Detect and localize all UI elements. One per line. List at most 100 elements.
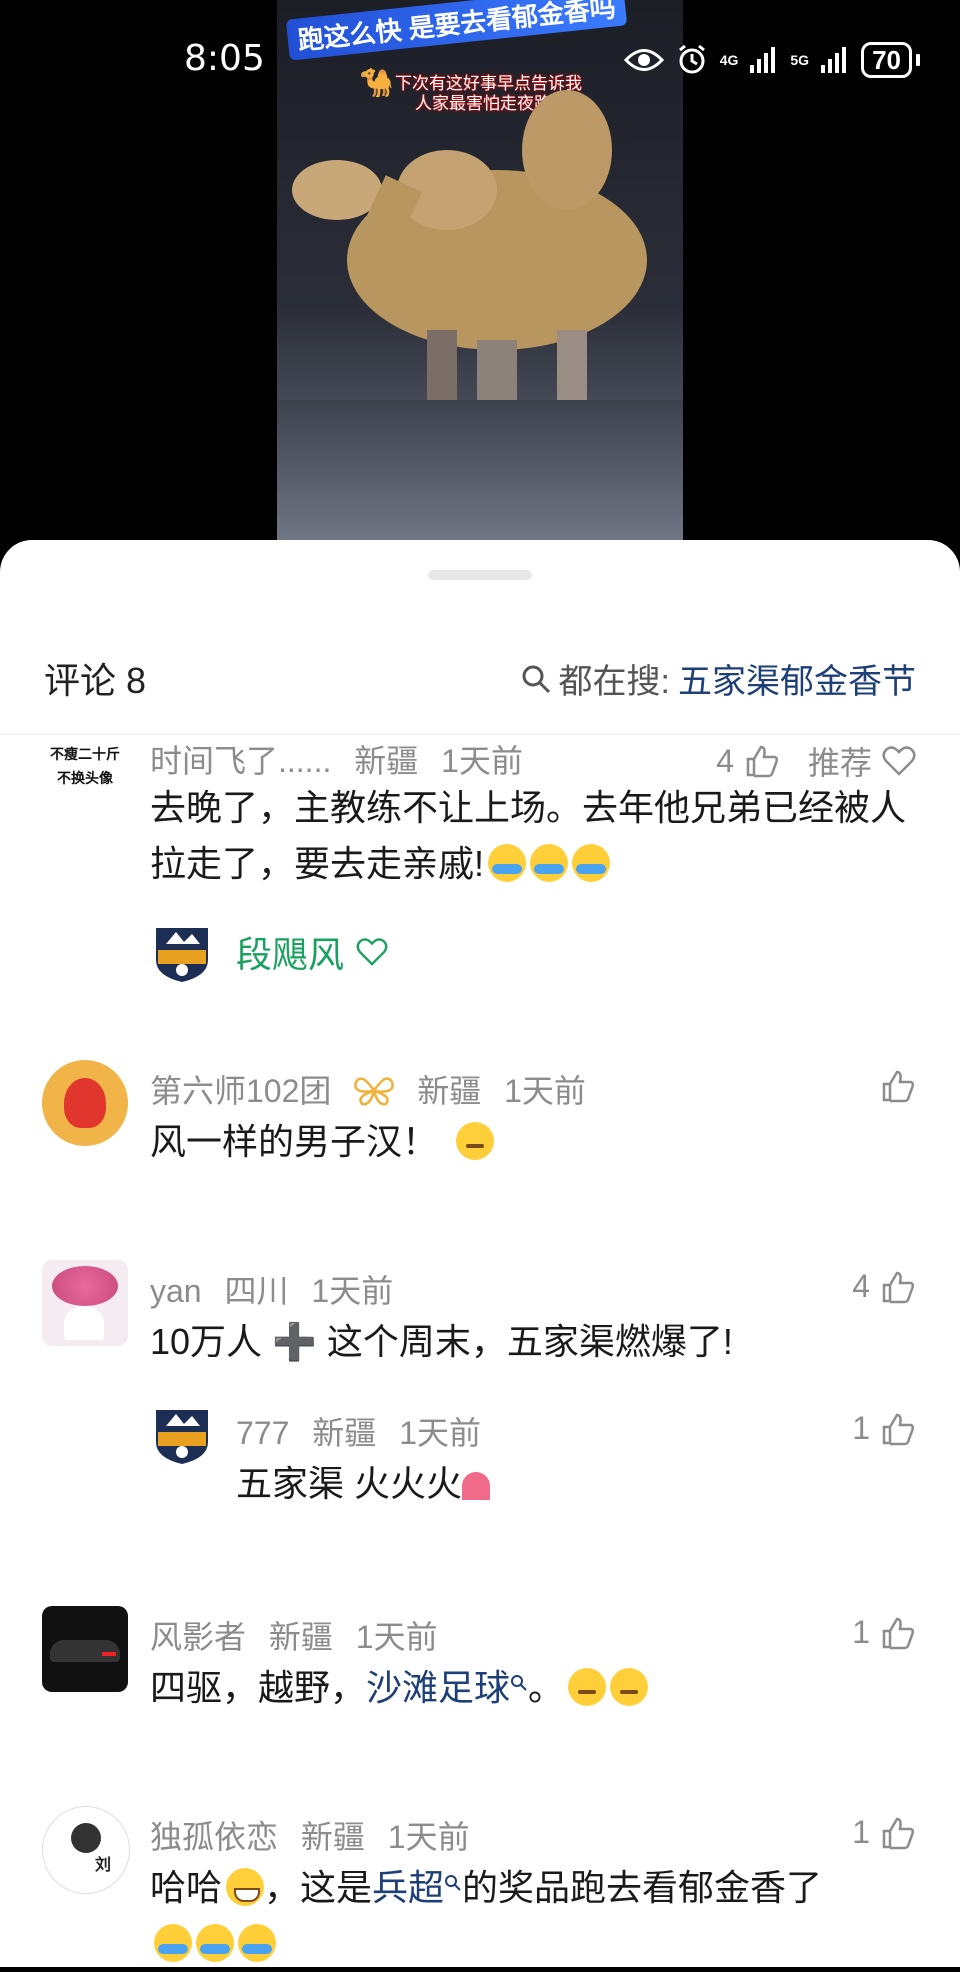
username[interactable]: 第六师102团 bbox=[150, 1073, 331, 1109]
comment-sheet: 评论 8 都在搜: 五家渠郁金香节 不瘦二十斤 不换头像 时间飞了...... … bbox=[0, 540, 960, 1967]
like-area[interactable]: 1 bbox=[852, 1614, 916, 1651]
search-icon bbox=[445, 1875, 461, 1891]
battery-tip bbox=[916, 54, 920, 66]
like-count: 1 bbox=[852, 1410, 870, 1446]
video-player[interactable]: 跑这么快 是要去看郁金香吗 🐪 下次有这好事早点告诉我 人家最害怕走夜路了~ bbox=[277, 0, 683, 560]
like-area[interactable] bbox=[880, 1068, 916, 1104]
comment-meta: 第六师102团 新疆 1天前 bbox=[150, 1066, 600, 1112]
road bbox=[277, 400, 683, 560]
comment-meta: 风影者 新疆 1天前 bbox=[150, 1612, 452, 1658]
thumbs-up-icon[interactable] bbox=[880, 1615, 916, 1651]
thinking-emoji-icon bbox=[456, 1122, 495, 1160]
like-count: 4 bbox=[716, 742, 734, 779]
crying-laughing-emoji-icon bbox=[154, 1924, 192, 1962]
avatar[interactable] bbox=[42, 1260, 128, 1346]
like-count: 1 bbox=[852, 1614, 870, 1650]
username[interactable]: 777 bbox=[236, 1415, 289, 1451]
status-icons: 4G 5G 70 bbox=[623, 42, 920, 78]
team-badge-icon bbox=[150, 920, 214, 984]
location: 新疆 bbox=[268, 1619, 333, 1655]
crying-laughing-emoji-icon bbox=[196, 1924, 234, 1962]
like-area[interactable]: 1 bbox=[852, 1410, 916, 1447]
network-5g: 5G bbox=[790, 52, 810, 68]
eye-icon bbox=[623, 49, 664, 71]
team-badge-icon[interactable] bbox=[150, 1402, 214, 1466]
comment-text: 10万人 ➕ 这个周末，五家渠燃爆了! bbox=[150, 1321, 733, 1362]
comment-meta: 时间飞了...... 新疆 1天前 bbox=[150, 736, 537, 782]
avatar[interactable] bbox=[42, 1606, 128, 1692]
comment-text: 四驱，越野，沙滩足球。 bbox=[150, 1660, 920, 1716]
search-icon bbox=[511, 1675, 527, 1691]
comment-text: 哈哈 ，这是兵超 的奖品跑去看郁金香了 bbox=[150, 1860, 920, 1972]
search-icon bbox=[522, 665, 550, 693]
tulip-flower-icon bbox=[52, 1266, 118, 1306]
thumbs-up-icon[interactable] bbox=[744, 743, 780, 779]
username[interactable]: 风影者 bbox=[150, 1619, 246, 1655]
thumbs-up-icon[interactable] bbox=[880, 1068, 916, 1104]
comment-body-mid: ，这是 bbox=[264, 1867, 373, 1908]
avatar[interactable] bbox=[42, 1060, 128, 1146]
like-area[interactable]: 4 推荐 bbox=[716, 738, 916, 784]
heart-card-icon bbox=[64, 1306, 104, 1340]
like-area[interactable]: 4 bbox=[852, 1268, 916, 1305]
battery-indicator: 70 bbox=[861, 42, 912, 78]
reply-text: 五家渠 火火火 bbox=[236, 1456, 920, 1512]
comments-header: 评论 8 都在搜: 五家渠郁金香节 bbox=[0, 652, 960, 708]
thumbs-up-icon[interactable] bbox=[880, 1411, 916, 1447]
liked-by-author[interactable]: 段飓风 bbox=[236, 926, 388, 978]
comment-body: 风一样的男子汉！ bbox=[150, 1121, 439, 1162]
search-link[interactable]: 兵超 bbox=[372, 1867, 444, 1908]
crying-laughing-emoji-icon bbox=[572, 844, 611, 882]
location: 新疆 bbox=[300, 1819, 365, 1855]
avatar[interactable]: 不瘦二十斤 不换头像 bbox=[42, 742, 128, 828]
comment-text: 风一样的男子汉！ bbox=[150, 1114, 920, 1170]
avatar-face-icon bbox=[71, 1823, 101, 1853]
timestamp: 1天前 bbox=[311, 1273, 394, 1309]
comment-body: 哈哈 bbox=[150, 1867, 223, 1908]
alarm-icon bbox=[678, 44, 705, 74]
butterfly-badge-icon bbox=[354, 1077, 395, 1106]
search-keyword[interactable]: 五家渠郁金香节 bbox=[678, 654, 916, 703]
recommend-label[interactable]: 推荐 bbox=[808, 738, 872, 784]
drag-handle[interactable] bbox=[428, 570, 532, 580]
crying-laughing-emoji-icon bbox=[530, 844, 569, 882]
search-prefix: 都在搜: bbox=[558, 663, 670, 701]
reply-meta: 777 新疆 1天前 bbox=[236, 1408, 495, 1454]
heart-outline-icon[interactable] bbox=[882, 746, 916, 776]
timestamp: 1天前 bbox=[441, 743, 523, 779]
comment-body-end: 。 bbox=[528, 1667, 565, 1708]
thinking-emoji-icon bbox=[610, 1668, 649, 1706]
crying-laughing-emoji-icon bbox=[238, 1924, 276, 1962]
username[interactable]: 独孤依恋 bbox=[150, 1819, 278, 1855]
thumbs-up-icon[interactable] bbox=[880, 1815, 916, 1851]
timestamp: 1天前 bbox=[504, 1073, 586, 1109]
reply-body: 五家渠 火火火 bbox=[236, 1463, 463, 1504]
like-area[interactable]: 1 bbox=[852, 1814, 916, 1851]
divider bbox=[0, 734, 960, 735]
avatar[interactable]: 刘 bbox=[42, 1806, 130, 1894]
thumbs-up-icon[interactable] bbox=[880, 1269, 916, 1305]
comment-body: 去晚了，主教练不让上场。去年他兄弟已经被人拉走了，要去走亲戚! bbox=[150, 787, 907, 884]
red-heart-icon bbox=[462, 1472, 491, 1500]
username[interactable]: yan bbox=[150, 1273, 202, 1309]
author-name: 段飓风 bbox=[236, 934, 345, 975]
avatar-label: 刘 bbox=[95, 1857, 112, 1874]
search-suggestion[interactable]: 都在搜: 五家渠郁金香节 bbox=[521, 654, 916, 703]
like-count: 4 bbox=[852, 1268, 870, 1304]
search-link[interactable]: 沙滩足球 bbox=[366, 1667, 510, 1708]
timestamp: 1天前 bbox=[355, 1619, 438, 1655]
signal-icon-2 bbox=[821, 47, 847, 73]
username[interactable]: 时间飞了...... bbox=[150, 743, 331, 779]
status-time: 8:05 bbox=[184, 38, 265, 79]
location: 新疆 bbox=[354, 743, 419, 779]
heart-outline-icon bbox=[356, 938, 388, 966]
comment-body-end: 的奖品跑去看郁金香了 bbox=[462, 1867, 823, 1908]
timestamp: 1天前 bbox=[387, 1819, 470, 1855]
comment-meta: yan 四川 1天前 bbox=[150, 1266, 407, 1312]
crying-laughing-emoji-icon bbox=[488, 844, 527, 882]
comment-meta: 独孤依恋 新疆 1天前 bbox=[150, 1812, 484, 1858]
sports-car-icon bbox=[50, 1640, 120, 1662]
car-light-icon bbox=[102, 1652, 116, 1656]
avatar-text-2: 不换头像 bbox=[57, 770, 113, 786]
location: 新疆 bbox=[312, 1415, 377, 1451]
